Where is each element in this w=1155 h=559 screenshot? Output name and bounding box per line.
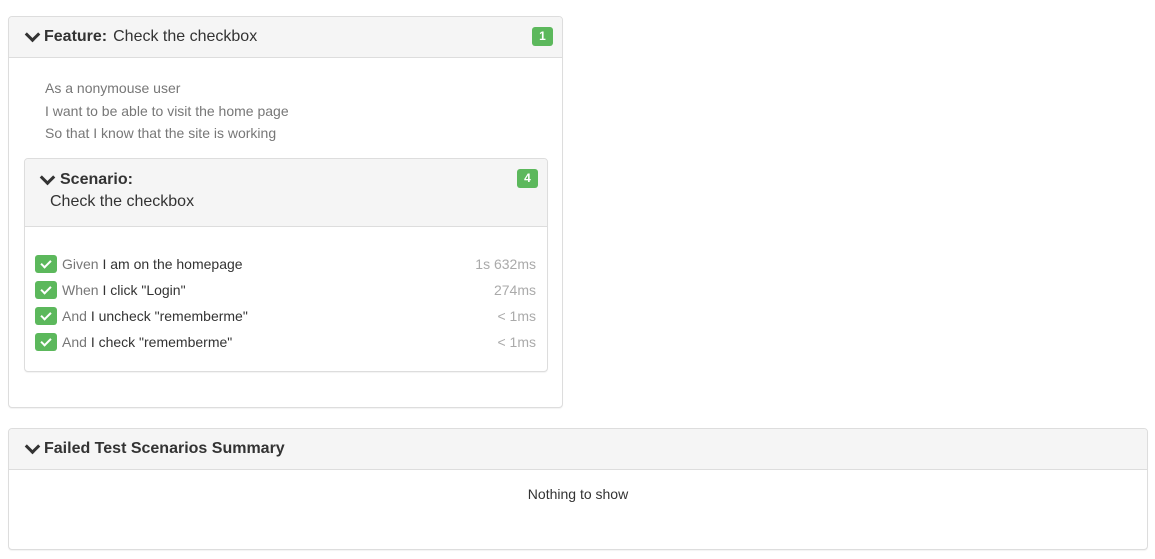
scenario-panel: Scenario: Check the checkbox 4 Given I a… (24, 158, 548, 372)
empty-state-message: Nothing to show (527, 486, 629, 502)
step-duration: 1s 632ms (475, 256, 536, 272)
step-keyword: When (62, 282, 99, 298)
step-text: I check "rememberme" (90, 334, 233, 350)
step-text: I uncheck "rememberme" (90, 308, 248, 324)
step-row: And I check "rememberme" < 1ms (35, 331, 536, 357)
scenario-name: Check the checkbox (50, 193, 195, 210)
chevron-down-icon[interactable] (24, 438, 41, 455)
step-keyword: And (62, 334, 87, 350)
scenario-heading[interactable]: Scenario: Check the checkbox 4 (25, 159, 547, 227)
description-line: As a nonymouse user (45, 80, 181, 96)
chevron-down-icon[interactable] (39, 169, 56, 186)
description-line: So that I know that the site is working (45, 125, 277, 141)
description-line: I want to be able to visit the home page (45, 102, 289, 119)
step-row: And I uncheck "rememberme" < 1ms (35, 305, 536, 331)
step-keyword: And (62, 308, 87, 324)
step-text: I am on the homepage (102, 256, 243, 272)
failed-summary-heading[interactable]: Failed Test Scenarios Summary (9, 429, 1147, 470)
feature-label: Feature: (44, 28, 108, 45)
step-duration: < 1ms (497, 308, 536, 324)
failed-summary-panel: Failed Test Scenarios Summary Nothing to… (8, 428, 1148, 550)
check-icon (35, 307, 57, 325)
feature-panel: Feature: Check the checkbox 1 As a nonymo… (8, 16, 563, 408)
step-keyword: Given (62, 256, 99, 272)
step-text: I click "Login" (102, 282, 186, 298)
step-row: When I click "Login" 274ms (35, 279, 536, 305)
feature-scenario-count-badge: 1 (532, 27, 553, 46)
chevron-down-icon[interactable] (24, 26, 41, 43)
step-duration: < 1ms (497, 334, 536, 350)
scenario-label: Scenario: (60, 171, 133, 188)
step-row: Given I am on the homepage 1s 632ms (35, 253, 536, 279)
check-icon (35, 333, 57, 351)
feature-title: Feature: Check the checkbox (44, 28, 257, 46)
scenario-step-count-badge: 4 (517, 169, 538, 188)
failed-summary-title: Failed Test Scenarios Summary (44, 440, 285, 457)
step-list: Given I am on the homepage 1s 632ms When… (35, 253, 536, 357)
step-duration: 274ms (493, 282, 536, 298)
check-icon (35, 255, 57, 273)
feature-name: Check the checkbox (113, 28, 258, 45)
feature-heading[interactable]: Feature: Check the checkbox 1 (9, 17, 562, 58)
check-icon (35, 281, 57, 299)
feature-description: As a nonymouse user I want to be able to… (45, 77, 289, 145)
